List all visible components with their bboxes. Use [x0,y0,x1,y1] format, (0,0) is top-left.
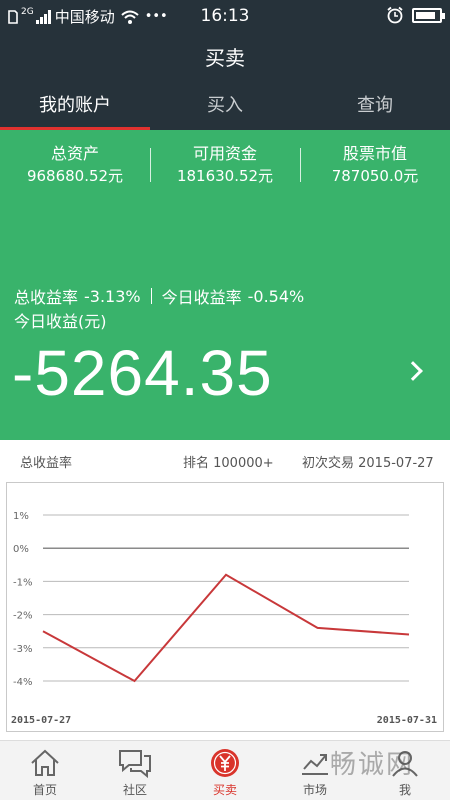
today-profit-label: 今日收益(元) [14,312,107,331]
tab-my-account[interactable]: 我的账户 [0,84,150,130]
rank-text: 排名 100000+ [183,456,274,471]
asset-stock-label: 股票市值 [342,144,407,163]
status-time: 16:13 [200,6,250,26]
today-profit-value: -5264.35 [12,337,273,409]
asset-total-value: 968680.52元 [26,167,124,185]
return-chart-svg: 1% 0% -1% -2% -3% -4% 2015-07-27 2015-07-31 [11,511,437,726]
bottom-tabbar: 首页 社区 买卖 市场 我 [0,740,450,800]
chart-x-tick-label: 2015-07-31 [377,715,437,726]
account-summary-panel[interactable]: 总资产 968680.52元 可用资金 181630.52元 股票市值 7870… [0,130,450,440]
status-bar: 2G 中国移动 ••• 16:13 [0,0,450,32]
battery-icon [412,7,445,23]
chart-y-tick-label: 0% [13,544,29,555]
chart-y-tick-label: 1% [13,511,29,522]
user-icon [392,751,418,777]
return-chart: 1% 0% -1% -2% -3% -4% 2015-07-27 2015-07-31 [6,482,444,732]
home-icon [31,749,59,776]
chart-title: 总收益率 [20,456,73,471]
top-tabs: 我的账户 买入 查询 [0,84,450,130]
asset-summary: 总资产 968680.52元 可用资金 181630.52元 股票市值 7870… [0,144,450,186]
alarm-icon [387,6,403,24]
tab-query[interactable]: 查询 [300,84,450,130]
tabbar-item-market[interactable]: 市场 [270,741,360,800]
tabbar-item-community[interactable]: 社区 [90,741,180,800]
asset-stock: 股票市值 787050.0元 [300,144,450,186]
tabbar-item-trade[interactable]: 买卖 [180,741,270,800]
yuan-icon [211,749,239,777]
total-return-label: 总收益率 [14,288,79,307]
asset-total-label: 总资产 [50,144,99,163]
chart-x-tick-label: 2015-07-27 [11,715,71,726]
tabbar-label-trade: 买卖 [212,783,237,797]
tabbar-label-me: 我 [398,783,411,797]
tabbar-item-me[interactable]: 我 [360,741,450,800]
chat-icon [119,750,151,779]
asset-total: 总资产 968680.52元 [0,144,150,186]
asset-available: 可用资金 181630.52元 [150,144,300,186]
chart-y-tick-label: -1% [13,577,32,588]
return-rates: 总收益率 -3.13% 今日收益率 -0.54% [14,284,304,308]
battery-fill [416,11,435,19]
trend-icon [302,754,328,775]
chart-y-tick-label: -3% [13,644,32,655]
asset-available-value: 181630.52元 [176,167,274,185]
rates-divider [150,288,152,304]
tabbar-label-market: 市场 [302,783,327,797]
chart-y-tick-label: -4% [13,677,32,688]
tab-buy[interactable]: 买入 [150,84,300,130]
total-return-value: -3.13% [84,286,141,306]
today-return-value: -0.54% [247,286,305,306]
today-return-label: 今日收益率 [161,288,242,307]
asset-available-label: 可用资金 [192,144,257,163]
chart-info-row: 总收益率 排名 100000+ 初次交易 2015-07-27 [0,448,450,472]
status-right [386,6,445,24]
page-title: 买卖 [0,32,450,84]
first-trade-text: 初次交易 2015-07-27 [302,456,434,471]
tabbar-item-home[interactable]: 首页 [0,741,90,800]
chevron-right-icon[interactable] [403,361,423,381]
chart-y-tick-label: -2% [13,611,32,622]
chart-series-line [42,573,410,683]
tabbar-label-home: 首页 [32,783,57,797]
tabbar-label-community: 社区 [122,783,147,797]
asset-stock-value: 787050.0元 [331,167,419,185]
